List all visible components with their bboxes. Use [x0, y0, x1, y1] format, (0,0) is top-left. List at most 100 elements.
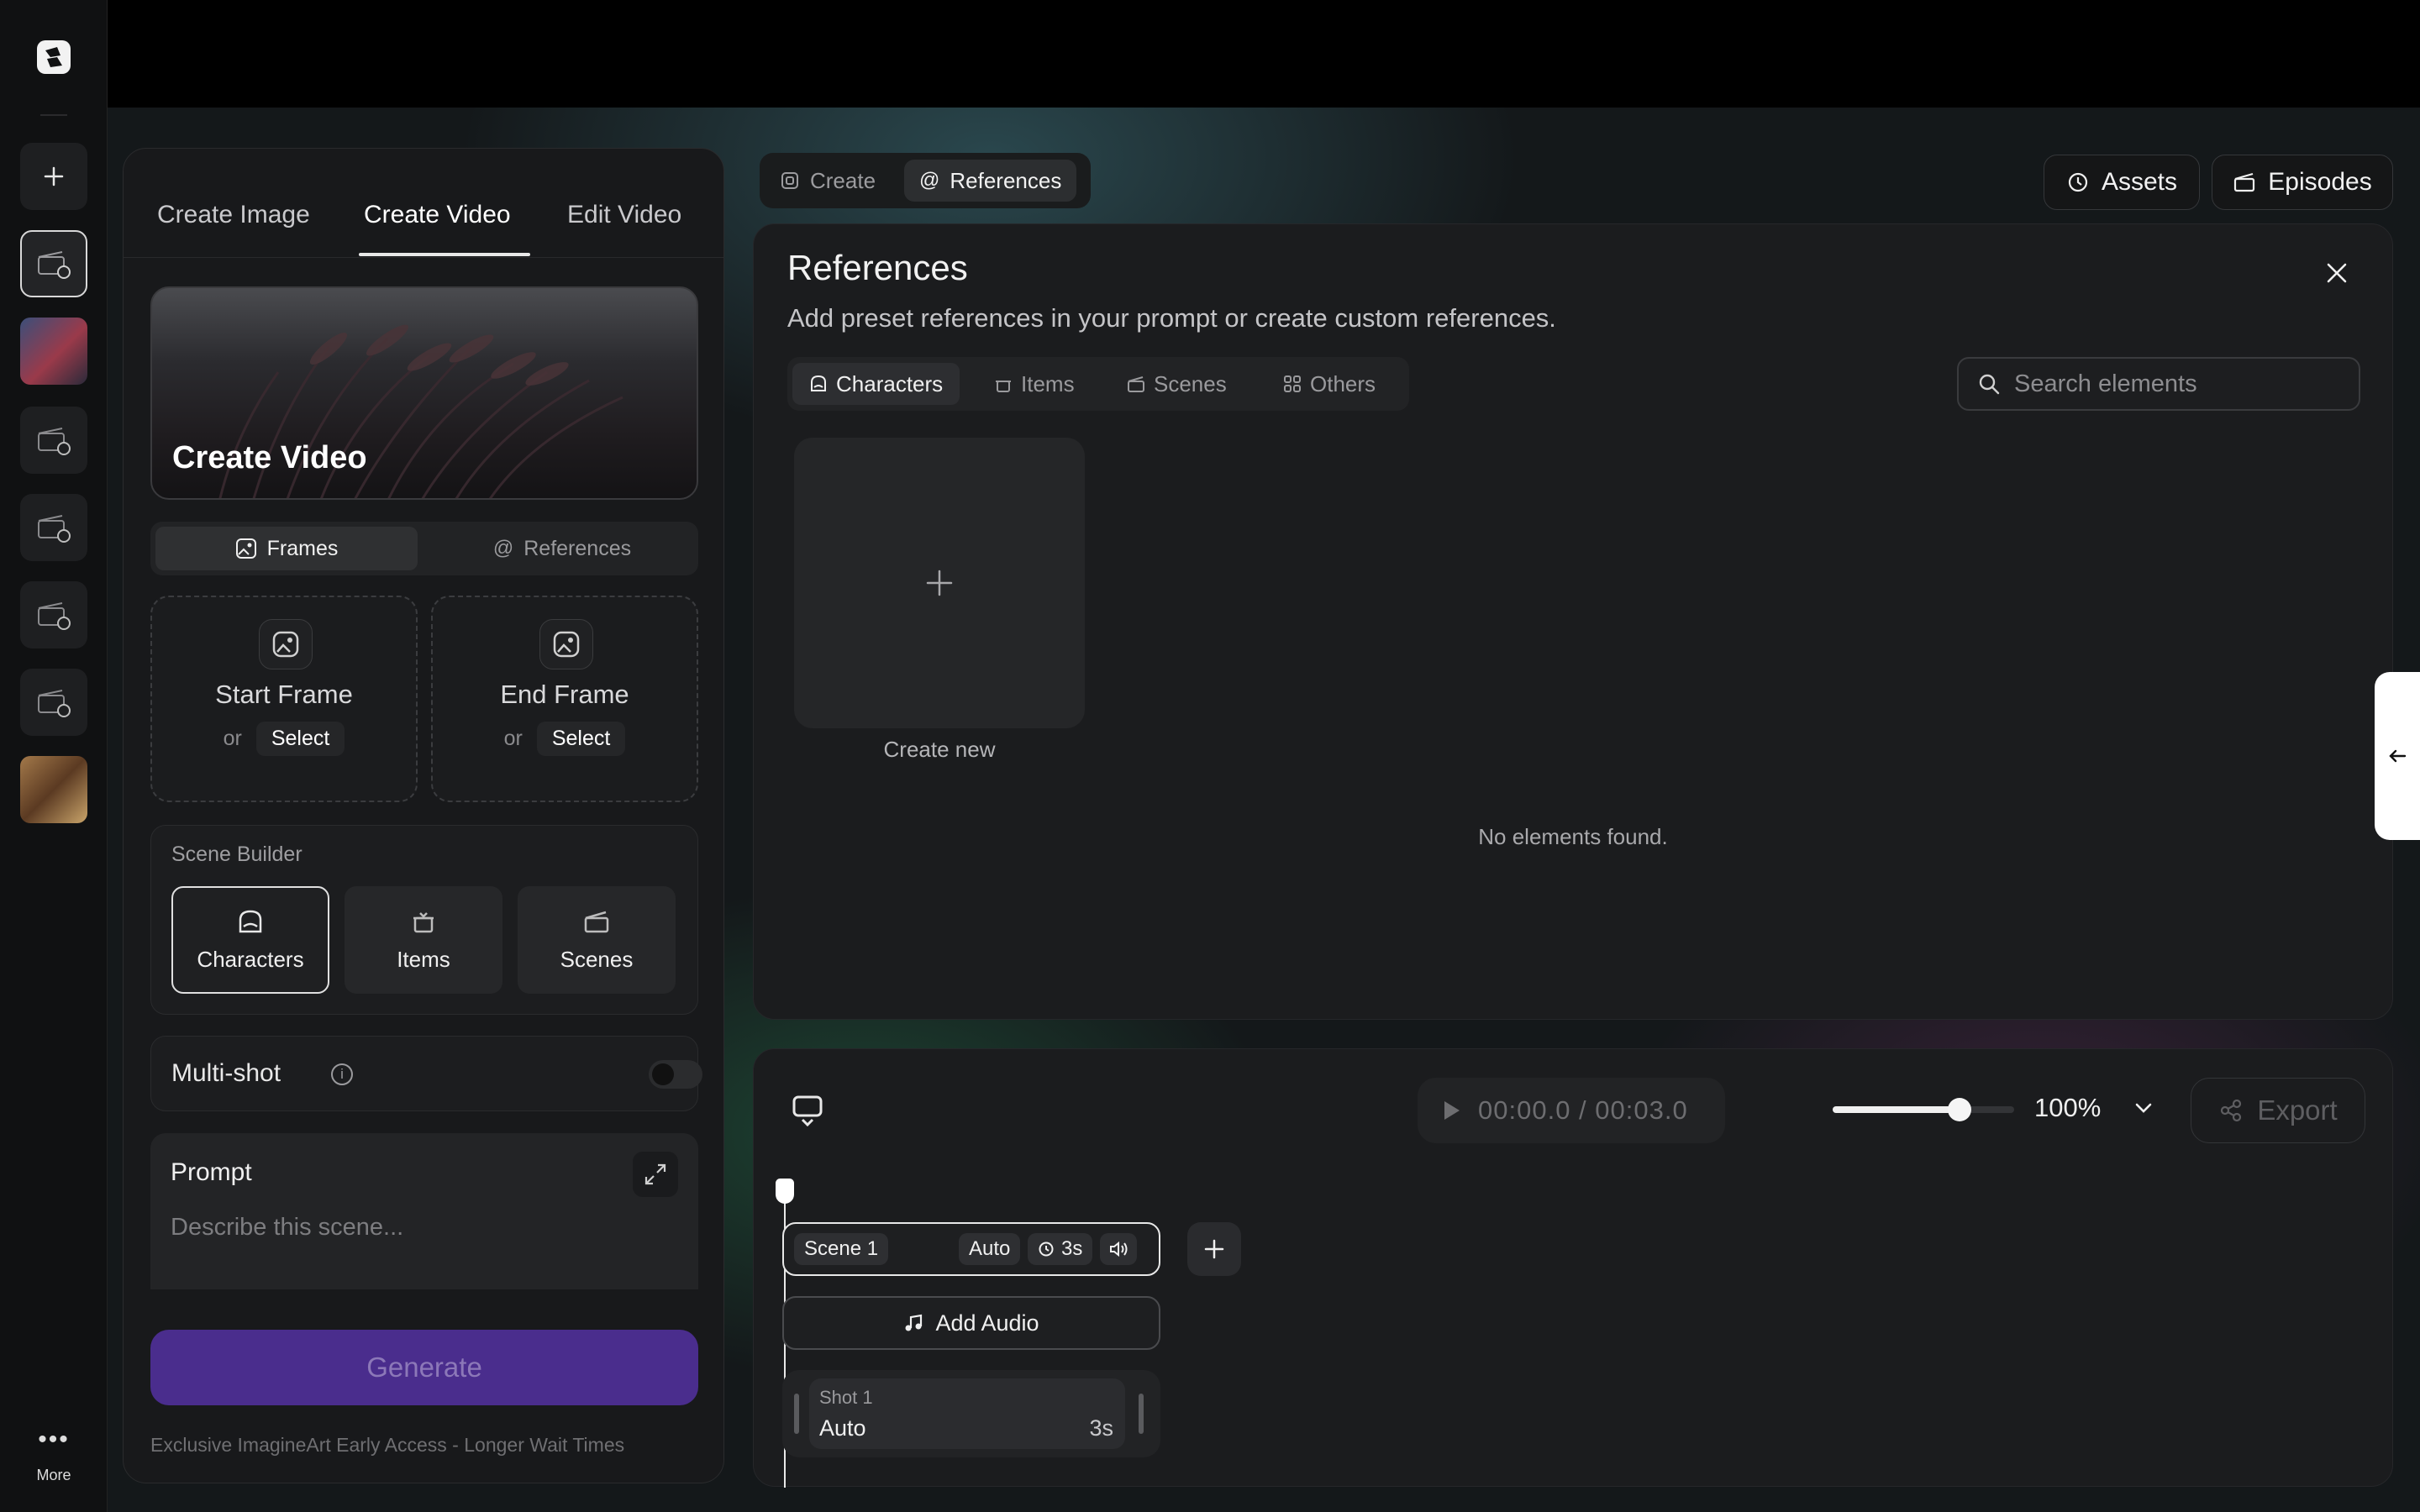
create-icon — [781, 172, 798, 189]
export-label: Export — [2257, 1095, 2338, 1126]
ref-tab-characters[interactable]: Characters — [792, 363, 960, 405]
clapperboard-icon — [1128, 376, 1144, 392]
project-thumbnail-2[interactable] — [20, 318, 87, 385]
ref-tab-characters-label: Characters — [836, 370, 944, 396]
scene-clip[interactable]: Scene 1 Auto 3s — [782, 1222, 1160, 1276]
multishot-label: Multi-shot — [171, 1059, 281, 1087]
clapperboard-icon — [38, 515, 71, 543]
end-frame-dropzone[interactable]: End Frame or Select — [431, 596, 698, 802]
arrow-left-icon — [2389, 749, 2407, 763]
scene-builder-characters-button[interactable]: Characters — [171, 886, 329, 994]
active-tab-indicator — [359, 253, 530, 256]
start-frame-select-button[interactable]: Select — [255, 722, 345, 756]
project-item-3[interactable] — [20, 407, 87, 474]
info-icon[interactable]: i — [331, 1063, 353, 1085]
or-label: or — [223, 727, 242, 750]
mode-create[interactable]: Create — [765, 160, 891, 202]
playhead-handle[interactable] — [776, 1179, 794, 1204]
zoom-slider-fill — [1833, 1106, 1960, 1113]
scene-builder-items-button[interactable]: Items — [345, 886, 502, 994]
close-references-button[interactable] — [2318, 255, 2355, 291]
expand-prompt-button[interactable] — [633, 1152, 678, 1197]
generate-button[interactable]: Generate — [150, 1330, 698, 1405]
multishot-row: Multi-shot i — [150, 1036, 702, 1111]
shot-trim-handle-left[interactable] — [794, 1394, 799, 1434]
shot-duration: 3s — [1089, 1415, 1113, 1441]
scenes-label: Scenes — [560, 946, 634, 972]
box-icon — [996, 381, 1011, 392]
shot-clip-body[interactable]: Shot 1 Auto 3s — [809, 1378, 1125, 1449]
add-scene-button[interactable] — [1187, 1222, 1241, 1276]
plus-icon — [44, 166, 64, 186]
segment-references[interactable]: @ References — [431, 527, 693, 570]
prompt-input[interactable]: Describe this scene... — [171, 1214, 403, 1242]
episodes-button[interactable]: Episodes — [2212, 155, 2393, 210]
mode-switcher: Create @ References — [760, 153, 1091, 208]
play-icon[interactable] — [1438, 1098, 1463, 1123]
scene-builder: Scene Builder Characters Items Scenes — [150, 825, 698, 1015]
collapse-side-panel-button[interactable] — [2375, 672, 2420, 840]
at-sign-icon: @ — [919, 169, 940, 192]
zoom-dropdown-button[interactable] — [2132, 1096, 2155, 1124]
mode-references[interactable]: @ References — [904, 160, 1077, 202]
project-item-5[interactable] — [20, 581, 87, 648]
characters-label: Characters — [197, 946, 304, 972]
clapperboard-icon — [2234, 172, 2255, 192]
export-button[interactable]: Export — [2191, 1078, 2365, 1143]
scene-duration-chip[interactable]: 3s — [1028, 1233, 1093, 1265]
end-frame-title: End Frame — [500, 680, 629, 709]
search-input[interactable] — [2014, 370, 2333, 398]
search-icon — [1979, 374, 2000, 395]
character-icon — [811, 375, 826, 391]
more-menu-button[interactable]: ••• More — [0, 1427, 108, 1484]
references-panel: References Add preset references in your… — [753, 223, 2393, 1020]
add-audio-button[interactable]: Add Audio — [782, 1296, 1160, 1350]
start-frame-dropzone[interactable]: Start Frame or Select — [150, 596, 418, 802]
ref-tab-others[interactable]: Others — [1266, 363, 1392, 405]
project-item-1[interactable] — [20, 230, 87, 297]
assets-button[interactable]: Assets — [2044, 155, 2200, 210]
scene-mode[interactable]: Auto — [959, 1233, 1021, 1265]
shot-clip[interactable]: Shot 1 Auto 3s — [782, 1370, 1160, 1457]
scene-builder-scenes-button[interactable]: Scenes — [518, 886, 676, 994]
end-frame-select-button[interactable]: Select — [536, 722, 626, 756]
tab-create-image[interactable]: Create Image — [157, 201, 310, 229]
project-item-6[interactable] — [20, 669, 87, 736]
app-logo-icon[interactable] — [35, 39, 72, 76]
frames-references-toggle: Frames @ References — [150, 522, 698, 575]
assets-label: Assets — [2101, 168, 2178, 196]
project-item-4[interactable] — [20, 494, 87, 561]
ref-tab-items[interactable]: Items — [977, 363, 1092, 405]
preview-monitor-button[interactable] — [791, 1093, 824, 1131]
zoom-slider-handle[interactable] — [1948, 1098, 1972, 1121]
prompt-box[interactable]: Prompt Describe this scene... — [150, 1133, 698, 1289]
tab-create-video[interactable]: Create Video — [364, 201, 511, 229]
search-box[interactable] — [1957, 357, 2360, 411]
new-project-button[interactable] — [20, 143, 87, 210]
scene-audio-button[interactable] — [1100, 1233, 1137, 1265]
zoom-slider[interactable] — [1833, 1098, 2014, 1121]
prompt-title: Prompt — [171, 1158, 252, 1186]
clapperboard-icon — [38, 428, 71, 455]
shot-trim-handle-right[interactable] — [1139, 1394, 1144, 1434]
plus-icon — [926, 570, 953, 596]
tab-edit-video[interactable]: Edit Video — [567, 201, 681, 229]
segment-frames[interactable]: Frames — [155, 527, 418, 570]
multishot-toggle[interactable] — [649, 1060, 702, 1089]
start-frame-title: Start Frame — [215, 680, 353, 709]
image-icon — [259, 619, 313, 669]
references-title: References — [787, 248, 968, 287]
start-frame-actions: or Select — [152, 722, 416, 756]
grid-icon — [1284, 375, 1301, 392]
scene-name: Scene 1 — [794, 1233, 889, 1265]
ref-tab-scenes[interactable]: Scenes — [1110, 363, 1244, 405]
project-thumbnail-7[interactable] — [20, 756, 87, 823]
add-audio-label: Add Audio — [935, 1310, 1039, 1336]
image-icon — [235, 538, 256, 559]
shot-name: Shot 1 — [819, 1387, 873, 1408]
segment-references-label: References — [523, 536, 632, 560]
create-new-label: Create new — [883, 737, 996, 762]
hero-title: Create Video — [172, 440, 367, 475]
create-new-reference-card[interactable] — [794, 438, 1085, 728]
empty-state-text: No elements found. — [1478, 824, 1668, 849]
